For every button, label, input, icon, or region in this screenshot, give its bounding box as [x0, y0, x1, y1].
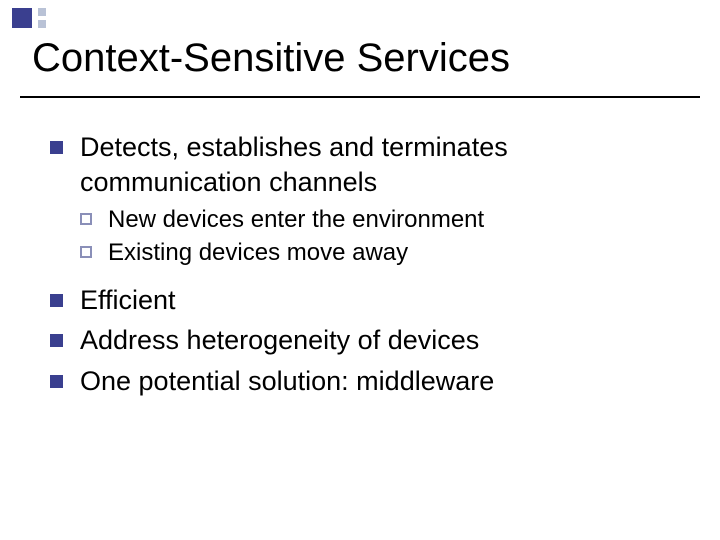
bullet-level1: Detects, establishes and terminates comm…: [50, 130, 680, 199]
bullet-text: Detects, establishes and terminates comm…: [80, 132, 508, 197]
deco-square-small: [38, 8, 46, 16]
bullet-text: Existing devices move away: [108, 239, 408, 266]
bullet-level1: Address heterogeneity of devices: [50, 323, 680, 358]
bullet-subgroup: New devices enter the environment Existi…: [80, 205, 680, 268]
slide-body: Detects, establishes and terminates comm…: [50, 130, 680, 404]
bullet-level1: One potential solution: middleware: [50, 364, 680, 399]
slide-title: Context-Sensitive Services: [32, 36, 688, 81]
bullet-level2: New devices enter the environment: [80, 205, 680, 236]
bullet-text: Efficient: [80, 285, 176, 315]
slide: Context-Sensitive Services Detects, esta…: [0, 0, 720, 540]
bullet-level1: Efficient: [50, 283, 680, 318]
bullet-level2: Existing devices move away: [80, 238, 680, 269]
bullet-text: New devices enter the environment: [108, 206, 484, 233]
corner-decoration: [12, 8, 46, 28]
deco-square-column: [38, 8, 46, 28]
deco-square-large: [12, 8, 32, 28]
bullet-text: Address heterogeneity of devices: [80, 325, 479, 355]
title-underline: [20, 96, 700, 98]
deco-square-small: [38, 20, 46, 28]
bullet-text: One potential solution: middleware: [80, 366, 494, 396]
